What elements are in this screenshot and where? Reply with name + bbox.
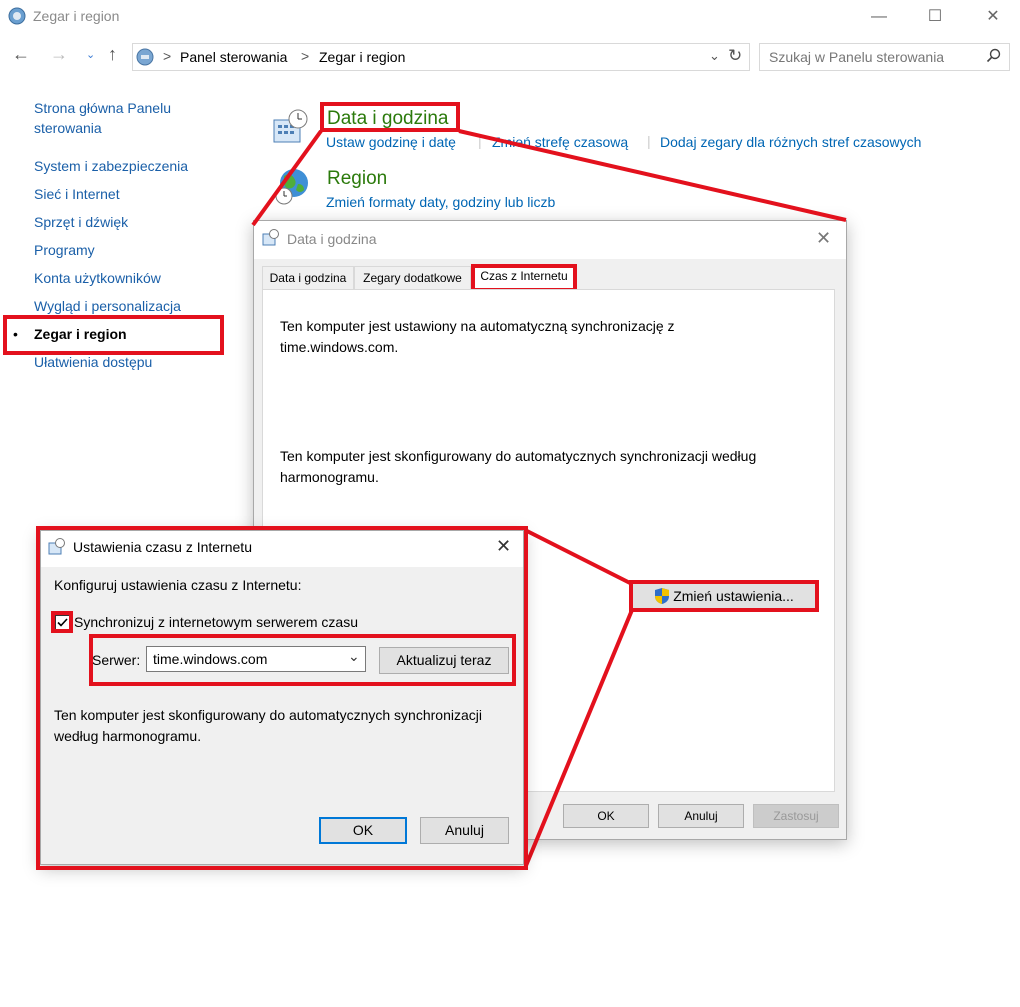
internet-info-text: Ten komputer jest skonfigurowany do auto… <box>54 707 482 744</box>
internet-dialog-title: Ustawienia czasu z Internetu <box>73 539 252 555</box>
highlight-sync-checkbox <box>51 611 73 633</box>
internet-dialog-close-icon[interactable]: ✕ <box>496 536 511 557</box>
internet-ok-button[interactable]: OK <box>319 817 407 844</box>
highlight-server-row <box>89 634 516 686</box>
sync-label[interactable]: Synchronizuj z internetowym serwerem cza… <box>74 614 358 630</box>
internet-cancel-button[interactable]: Anuluj <box>420 817 509 844</box>
internet-settings-heading: Konfiguruj ustawienia czasu z Internetu: <box>54 577 302 593</box>
internet-dialog-icon <box>48 538 66 556</box>
